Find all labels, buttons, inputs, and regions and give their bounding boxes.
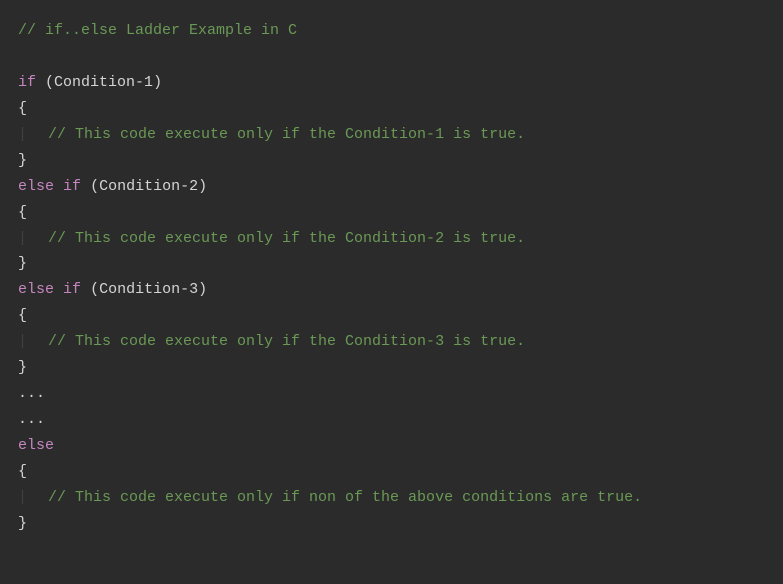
open-paren: (: [90, 178, 99, 195]
code-line-7: else if (Condition-2): [18, 174, 765, 200]
open-brace: {: [18, 100, 27, 117]
code-block: // if..else Ladder Example in C if (Cond…: [18, 18, 765, 537]
if-keyword: if: [63, 281, 81, 298]
close-paren: ): [198, 281, 207, 298]
indent-guide-icon: |: [18, 122, 27, 148]
code-line-8: {: [18, 200, 765, 226]
comment-text: // This code execute only if the Conditi…: [18, 333, 525, 350]
else-keyword: else: [18, 437, 54, 454]
else-keyword: else: [18, 178, 54, 195]
code-line-2-blank: [18, 44, 765, 70]
code-line-3: if (Condition-1): [18, 70, 765, 96]
comment-text: // This code execute only if non of the …: [18, 489, 642, 506]
code-line-11: else if (Condition-3): [18, 277, 765, 303]
code-line-18: {: [18, 459, 765, 485]
space: [81, 178, 90, 195]
indent-guide-icon: |: [18, 226, 27, 252]
code-line-19: |// This code execute only if non of the…: [18, 485, 765, 511]
close-brace: }: [18, 255, 27, 272]
close-paren: ): [198, 178, 207, 195]
condition-text: Condition-3: [99, 281, 198, 298]
condition-text: Condition-1: [54, 74, 153, 91]
code-line-13: |// This code execute only if the Condit…: [18, 329, 765, 355]
open-paren: (: [45, 74, 54, 91]
code-line-6: }: [18, 148, 765, 174]
space: [54, 178, 63, 195]
code-line-5: |// This code execute only if the Condit…: [18, 122, 765, 148]
comment-text: // if..else Ladder Example in C: [18, 22, 297, 39]
if-keyword: if: [18, 74, 36, 91]
close-paren: ): [153, 74, 162, 91]
close-brace: }: [18, 515, 27, 532]
close-brace: }: [18, 359, 27, 376]
open-brace: {: [18, 204, 27, 221]
space: [54, 281, 63, 298]
code-line-14: }: [18, 355, 765, 381]
else-keyword: else: [18, 281, 54, 298]
code-line-16: ...: [18, 407, 765, 433]
ellipsis: ...: [18, 411, 45, 428]
if-keyword: if: [63, 178, 81, 195]
comment-text: // This code execute only if the Conditi…: [18, 126, 525, 143]
ellipsis: ...: [18, 385, 45, 402]
open-brace: {: [18, 463, 27, 480]
open-paren: (: [90, 281, 99, 298]
space: [36, 74, 45, 91]
open-brace: {: [18, 307, 27, 324]
indent-guide-icon: |: [18, 329, 27, 355]
comment-text: // This code execute only if the Conditi…: [18, 230, 525, 247]
code-line-9: |// This code execute only if the Condit…: [18, 226, 765, 252]
code-line-17: else: [18, 433, 765, 459]
close-brace: }: [18, 152, 27, 169]
indent-guide-icon: |: [18, 485, 27, 511]
code-line-10: }: [18, 251, 765, 277]
code-line-1: // if..else Ladder Example in C: [18, 18, 765, 44]
code-line-4: {: [18, 96, 765, 122]
code-line-15: ...: [18, 381, 765, 407]
code-line-20: }: [18, 511, 765, 537]
space: [81, 281, 90, 298]
code-line-12: {: [18, 303, 765, 329]
condition-text: Condition-2: [99, 178, 198, 195]
